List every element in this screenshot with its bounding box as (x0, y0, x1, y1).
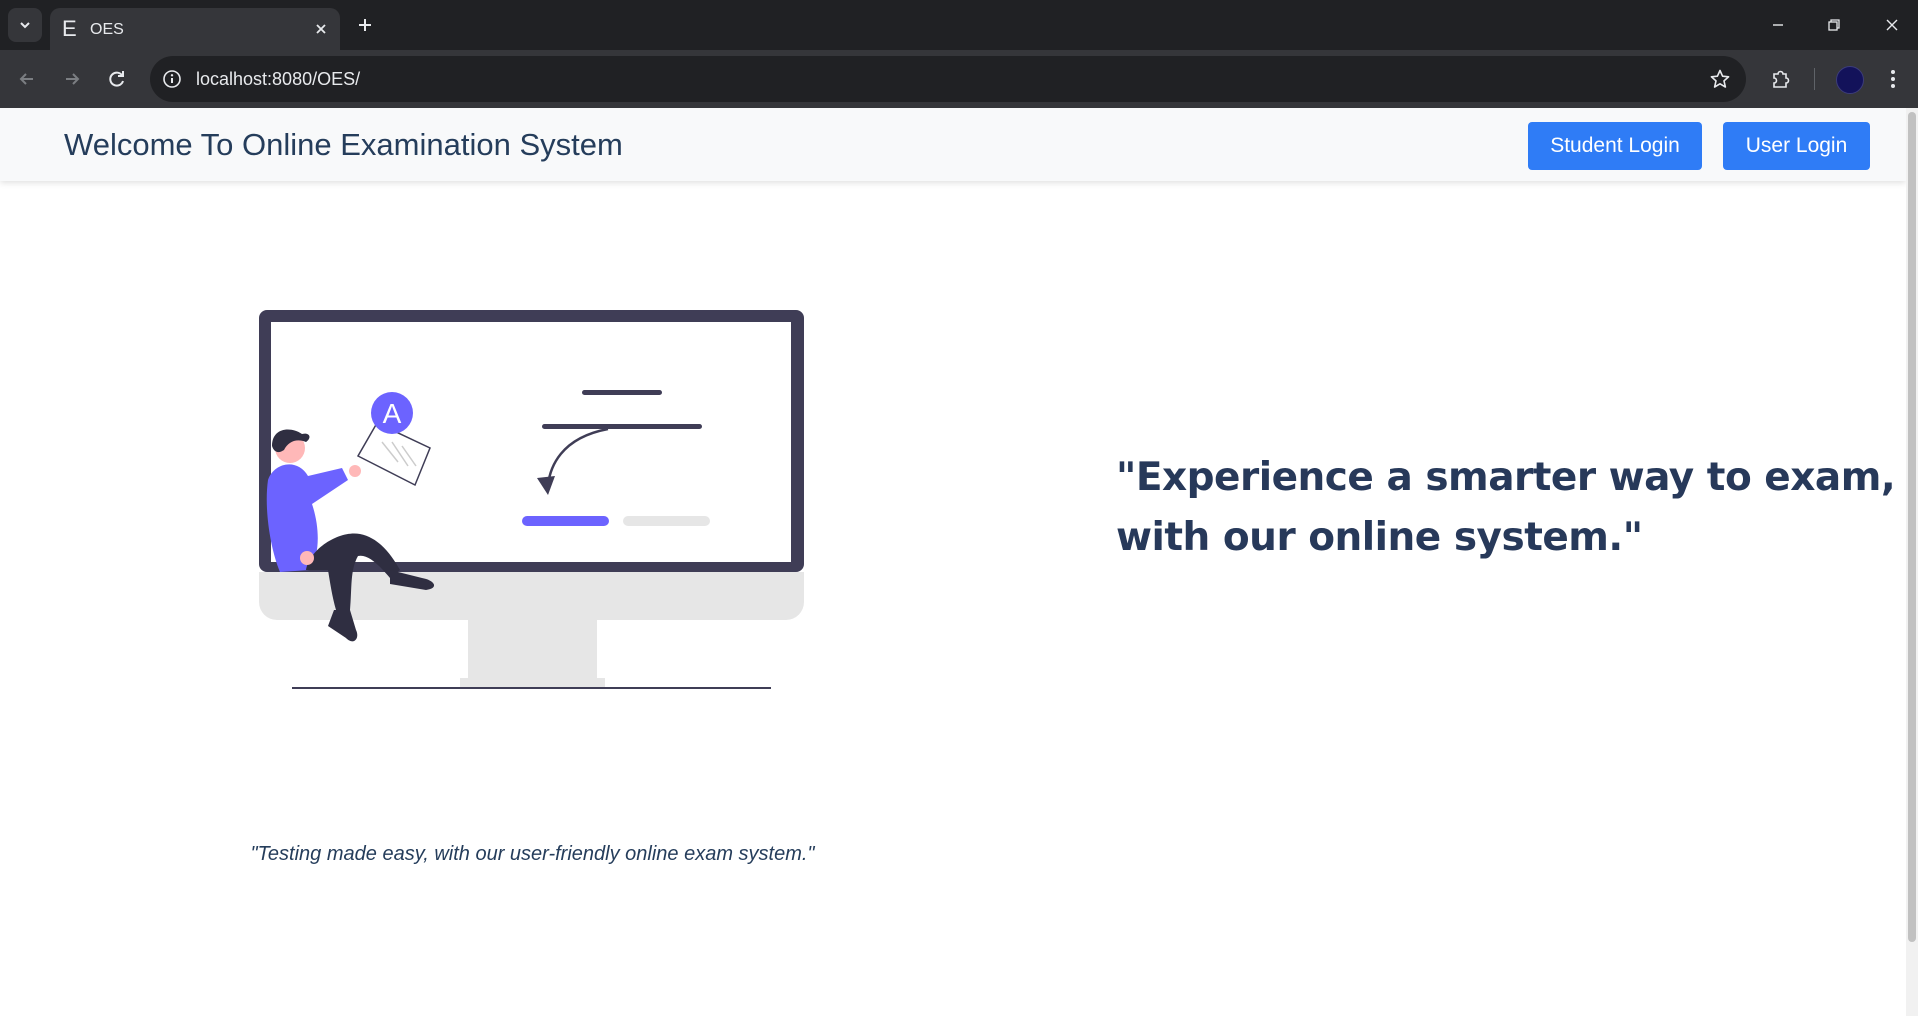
bookmark-button[interactable] (1708, 67, 1732, 91)
user-login-button[interactable]: User Login (1723, 122, 1870, 170)
back-button[interactable] (10, 62, 44, 96)
forward-button[interactable] (55, 62, 89, 96)
site-info-button[interactable] (160, 67, 184, 91)
site-info-icon (163, 70, 181, 88)
menu-button[interactable] (1876, 62, 1910, 96)
more-vert-icon (1891, 70, 1895, 88)
tagline-line-1: "Experience a smarter way to exam, (1116, 455, 1896, 500)
address-bar[interactable]: localhost:8080/OES/ (150, 56, 1746, 102)
hero-caption: "Testing made easy, with our user-friend… (250, 843, 815, 865)
page-title: Welcome To Online Examination System (64, 127, 623, 162)
browser-tabstrip: E OES (0, 0, 1918, 50)
profile-avatar[interactable] (1836, 66, 1864, 94)
reload-button[interactable] (100, 62, 134, 96)
bookmark-star-icon (1710, 69, 1730, 88)
plus-icon (359, 19, 371, 31)
new-tab-button[interactable] (352, 12, 378, 38)
url-text: localhost:8080/OES/ (196, 69, 361, 89)
student-login-button[interactable]: Student Login (1528, 122, 1702, 170)
close-icon (316, 24, 326, 34)
toolbar-divider (1814, 68, 1815, 90)
restore-icon (1828, 19, 1840, 31)
restore-button[interactable] (1816, 10, 1852, 40)
illustration-badge-letter: A (383, 398, 402, 429)
minimize-icon (1773, 24, 1783, 26)
browser-tab[interactable]: E OES (50, 8, 340, 50)
exam-illustration: A (259, 310, 804, 689)
site-header: Welcome To Online Examination System Stu… (0, 108, 1906, 181)
tab-close-button[interactable] (312, 20, 330, 38)
page-scrollbar[interactable] (1906, 108, 1918, 1016)
window-close-button[interactable] (1874, 10, 1910, 40)
tab-search-button[interactable] (8, 8, 42, 42)
window-close-icon (1886, 19, 1898, 31)
minimize-button[interactable] (1760, 10, 1796, 40)
chevron-down-icon (20, 22, 30, 29)
scrollbar-thumb[interactable] (1908, 112, 1916, 942)
back-icon (19, 73, 33, 85)
tab-title: OES (90, 21, 124, 38)
forward-icon (66, 73, 80, 85)
browser-toolbar: localhost:8080/OES/ (0, 50, 1918, 108)
tagline-line-2: with our online system." (1116, 515, 1643, 560)
extensions-icon (1773, 70, 1790, 88)
reload-icon (109, 71, 124, 87)
tab-favicon: E (62, 16, 77, 41)
extensions-button[interactable] (1764, 62, 1798, 96)
page-viewport: Welcome To Online Examination System Stu… (0, 108, 1918, 1016)
hero-tagline: "Experience a smarter way to exam, with … (1116, 448, 1896, 568)
